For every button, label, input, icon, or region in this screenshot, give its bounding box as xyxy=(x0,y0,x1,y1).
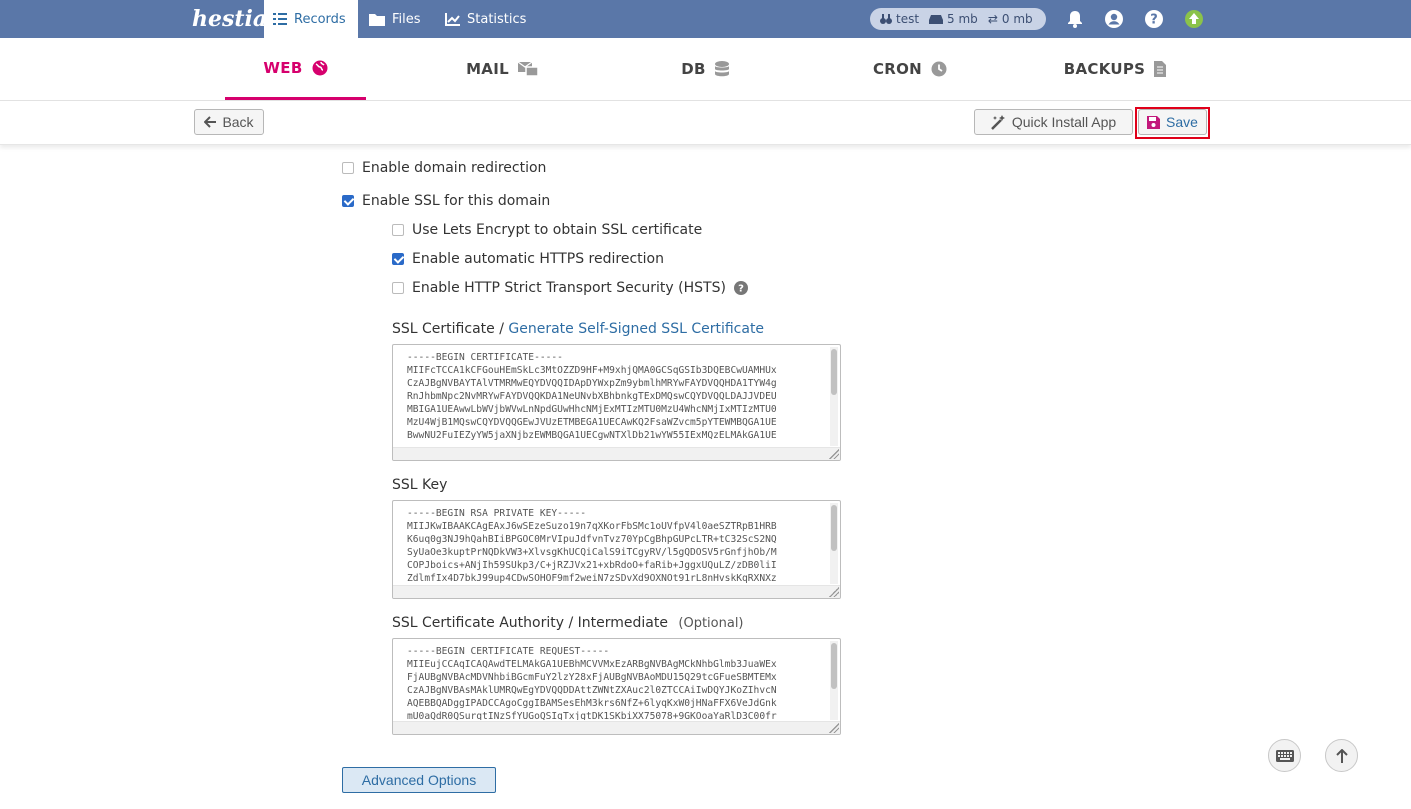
keyboard-icon xyxy=(1275,749,1294,762)
ssl-certificate-value: -----BEGIN CERTIFICATE----- MIIFcTCCA1kC… xyxy=(407,352,777,441)
tab-backups-label: BACKUPS xyxy=(1063,60,1146,78)
help-icon[interactable]: ? xyxy=(1144,9,1164,29)
svg-text:?: ? xyxy=(738,284,744,295)
quick-install-app-label: Quick Install App xyxy=(1011,114,1117,130)
ssl-ca-hscrollbar[interactable] xyxy=(393,721,840,734)
tab-cron[interactable]: CRON xyxy=(845,38,975,100)
list-icon xyxy=(273,12,287,26)
svg-text:?: ? xyxy=(1150,13,1158,28)
https-redirect-checkbox[interactable] xyxy=(392,253,404,265)
tab-cron-label: CRON xyxy=(872,60,923,78)
database-icon xyxy=(714,61,729,77)
ssl-key-label: SSL Key xyxy=(392,477,448,493)
tab-web-label: WEB xyxy=(263,58,303,77)
binoculars-icon xyxy=(880,14,892,24)
user-icon[interactable] xyxy=(1104,9,1124,29)
enable-ssl-label[interactable]: Enable SSL for this domain xyxy=(362,193,550,209)
tab-mail-label: MAIL xyxy=(466,60,509,78)
nav-statistics-label: Statistics xyxy=(467,11,527,27)
hsts-row: Enable HTTP Strict Transport Security (H… xyxy=(392,280,748,296)
lets-encrypt-row: Use Lets Encrypt to obtain SSL certifica… xyxy=(392,222,702,238)
file-icon xyxy=(1154,61,1167,77)
ssl-ca-label-row: SSL Certificate Authority / Intermediate… xyxy=(392,615,744,631)
enable-ssl-row: Enable SSL for this domain xyxy=(342,193,550,209)
tab-db-label: DB xyxy=(681,60,706,78)
hestia-logo[interactable]: hestia xyxy=(192,3,267,35)
arrow-left-icon xyxy=(204,116,217,128)
ssl-ca-label: SSL Certificate Authority / Intermediate xyxy=(392,615,668,631)
hsts-checkbox[interactable] xyxy=(392,282,404,294)
action-toolbar: Back Quick Install App Save xyxy=(0,101,1411,145)
tab-backups[interactable]: BACKUPS xyxy=(1045,38,1185,100)
ssl-certificate-hscrollbar[interactable] xyxy=(393,447,840,460)
usage-user: test xyxy=(880,12,919,26)
arrow-up-icon xyxy=(1335,748,1348,763)
nav-records-label: Records xyxy=(294,11,346,27)
lets-encrypt-label[interactable]: Use Lets Encrypt to obtain SSL certifica… xyxy=(412,222,702,238)
keyboard-shortcuts-button[interactable] xyxy=(1268,739,1301,772)
usage-bandwidth: ⇄ 0 mb xyxy=(987,12,1033,26)
ssl-key-textarea[interactable]: -----BEGIN RSA PRIVATE KEY----- MIIJKwIB… xyxy=(392,500,841,599)
lets-encrypt-checkbox[interactable] xyxy=(392,224,404,236)
https-redirect-row: Enable automatic HTTPS redirection xyxy=(392,251,664,267)
nav-records[interactable]: Records xyxy=(264,0,358,38)
ssl-key-scroll-thumb[interactable] xyxy=(831,505,837,551)
nav-files[interactable]: Files xyxy=(360,0,434,38)
chart-icon xyxy=(445,12,460,26)
back-button[interactable]: Back xyxy=(194,109,264,135)
ssl-ca-optional-hint: (Optional) xyxy=(678,616,744,631)
ssl-certificate-scroll-thumb[interactable] xyxy=(831,349,837,395)
hdd-icon xyxy=(929,15,944,24)
magic-wand-icon xyxy=(990,114,1006,130)
tab-mail[interactable]: MAIL xyxy=(432,38,572,100)
question-circle-icon[interactable]: ? xyxy=(733,281,748,295)
folder-icon xyxy=(369,13,385,26)
ssl-certificate-label-row: SSL Certificate / Generate Self-Signed S… xyxy=(392,321,764,337)
ssl-ca-textarea[interactable]: -----BEGIN CERTIFICATE REQUEST----- MIIE… xyxy=(392,638,841,735)
enable-ssl-checkbox[interactable] xyxy=(342,195,354,207)
tab-web[interactable]: WEB xyxy=(225,38,366,100)
usage-disk: 5 mb xyxy=(929,12,978,26)
resize-grip-icon[interactable] xyxy=(829,449,839,459)
quick-install-app-button[interactable]: Quick Install App xyxy=(974,109,1133,135)
mail-icon xyxy=(517,61,538,77)
resize-grip-icon[interactable] xyxy=(829,587,839,597)
ssl-certificate-textarea[interactable]: -----BEGIN CERTIFICATE----- MIIFcTCCA1kC… xyxy=(392,344,841,461)
ssl-ca-scroll-thumb[interactable] xyxy=(831,643,837,689)
exchange-icon: ⇄ xyxy=(987,12,998,26)
nav-files-label: Files xyxy=(392,11,421,27)
tab-db[interactable]: DB xyxy=(640,38,770,100)
https-redirect-label[interactable]: Enable automatic HTTPS redirection xyxy=(412,251,664,267)
top-bar: hestia Records Files Statistics test 5 m… xyxy=(0,0,1411,38)
save-button[interactable]: Save xyxy=(1138,109,1207,135)
nav-statistics[interactable]: Statistics xyxy=(436,0,536,38)
generate-self-signed-link[interactable]: Generate Self-Signed SSL Certificate xyxy=(508,321,764,337)
ssl-ca-value: -----BEGIN CERTIFICATE REQUEST----- MIIE… xyxy=(407,646,777,720)
save-button-label: Save xyxy=(1166,114,1198,130)
domain-redirection-checkbox[interactable] xyxy=(342,162,354,174)
update-available-icon[interactable] xyxy=(1184,9,1204,29)
ssl-certificate-label: SSL Certificate / xyxy=(392,321,504,337)
domain-redirection-row: Enable domain redirection xyxy=(342,160,546,176)
resize-grip-icon[interactable] xyxy=(829,723,839,733)
back-button-label: Back xyxy=(222,114,254,130)
advanced-options-button[interactable]: Advanced Options xyxy=(342,767,496,793)
hsts-label[interactable]: Enable HTTP Strict Transport Security (H… xyxy=(412,280,726,296)
floppy-disk-icon xyxy=(1147,115,1161,129)
ssl-key-value: -----BEGIN RSA PRIVATE KEY----- MIIJKwIB… xyxy=(407,508,777,584)
usage-pill[interactable]: test 5 mb ⇄ 0 mb xyxy=(870,8,1046,30)
globe-icon xyxy=(312,60,328,76)
domain-redirection-label[interactable]: Enable domain redirection xyxy=(362,160,546,176)
section-tabs: WEB MAIL DB CRON BACKUPS xyxy=(0,38,1411,101)
ssl-key-hscrollbar[interactable] xyxy=(393,585,840,598)
scroll-to-top-button[interactable] xyxy=(1325,739,1358,772)
clock-icon xyxy=(931,61,947,77)
bell-icon[interactable] xyxy=(1065,9,1085,29)
